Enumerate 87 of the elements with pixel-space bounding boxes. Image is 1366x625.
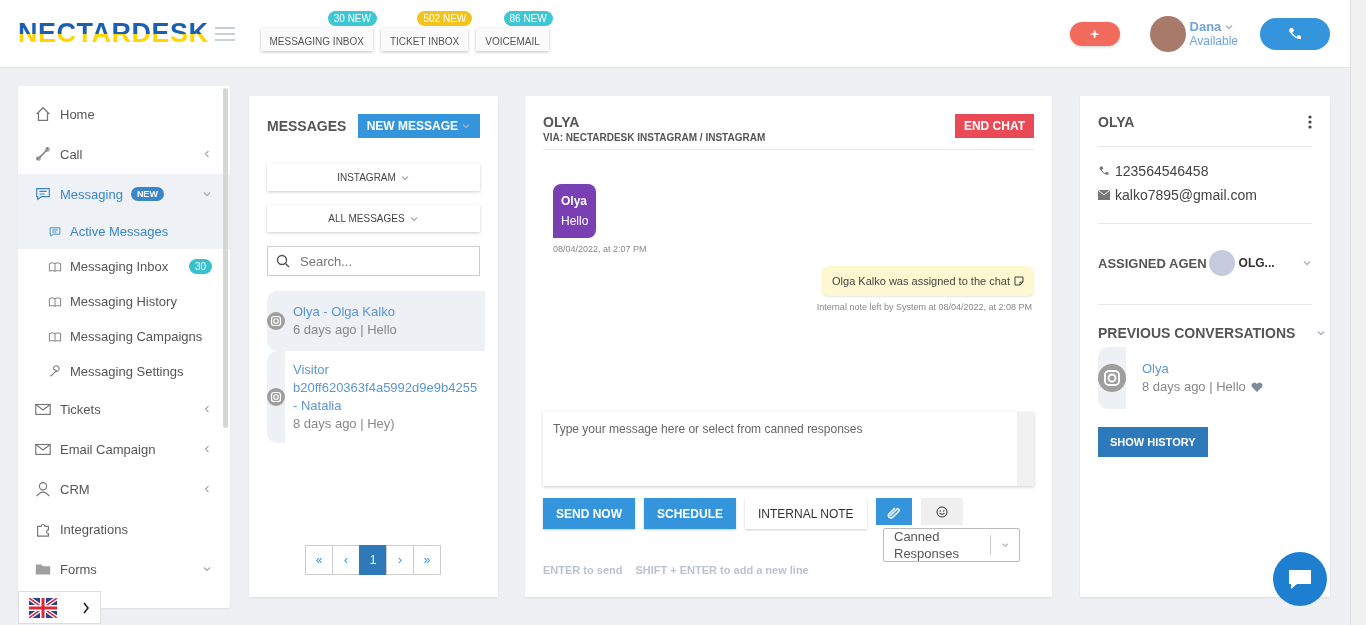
- paperclip-icon: [886, 504, 901, 519]
- internal-note: Olga Kalko was assigned to the chat: [822, 266, 1034, 296]
- search-field[interactable]: Search...: [267, 246, 480, 276]
- agent-name[interactable]: OLG...: [1238, 256, 1275, 270]
- chevron-icon: [461, 121, 471, 131]
- call-button[interactable]: [1260, 17, 1330, 50]
- emoji-button[interactable]: [920, 498, 963, 525]
- show-history-button[interactable]: SHOW HISTORY: [1098, 427, 1208, 457]
- book-icon: [48, 259, 62, 274]
- attach-button[interactable]: [875, 498, 912, 525]
- chevron-icon: [1316, 328, 1326, 338]
- contact-email: kalko7895@gmail.com: [1115, 187, 1257, 203]
- new-badge: NEW: [130, 187, 164, 201]
- sidebar-item[interactable]: Messaging Settings: [18, 354, 230, 389]
- end-chat-button[interactable]: END CHAT: [954, 114, 1034, 138]
- sidebar-item[interactable]: Home: [18, 94, 230, 134]
- sidebar-item[interactable]: Messaging Campaigns: [18, 319, 230, 354]
- section-title: ASSIGNED AGEN: [1098, 255, 1207, 271]
- sidebar-item[interactable]: Messaging NEW: [18, 174, 230, 214]
- chat-title: OLYA: [543, 114, 581, 130]
- chevron-icon: [202, 444, 212, 454]
- sidebar-item[interactable]: Forms: [18, 549, 230, 589]
- chevron-icon: [1302, 258, 1312, 268]
- inbox-tab[interactable]: VOICEMAIL: [476, 28, 549, 51]
- book-icon: [48, 294, 62, 309]
- book-icon: [48, 329, 62, 344]
- note-meta: Internal note left by System at 08/04/2022, at 2:08 PM: [816, 302, 1032, 312]
- chat-icon: [48, 224, 62, 239]
- chat-icon: [1287, 567, 1313, 591]
- sidebar-item[interactable]: Integrations: [18, 509, 230, 549]
- new-count-badge: 86 NEW: [503, 11, 553, 26]
- heart-icon: [1250, 381, 1263, 393]
- flag-icon: [29, 597, 57, 618]
- sidebar-item[interactable]: Active Messages: [18, 214, 230, 249]
- message-bubble: Olya Hello: [553, 184, 597, 238]
- envelope-icon: [1098, 190, 1110, 200]
- channel-dropdown[interactable]: INSTAGRAM: [267, 164, 480, 191]
- note-icon: [1014, 276, 1024, 286]
- contact-phone: 123564546458: [1115, 163, 1209, 179]
- section-title: PREVIOUS CONVERSATIONS: [1098, 325, 1296, 341]
- conversation-meta: 8 days ago | Hello: [1142, 378, 1246, 396]
- home-icon: [34, 105, 52, 123]
- sidebar-item[interactable]: Messaging Inbox 30: [18, 249, 230, 284]
- chat-channel: VIA: NECTARDESK INSTAGRAM / INSTAGRAM: [543, 132, 766, 143]
- user-icon: [34, 480, 52, 498]
- keyboard-hint: SHIFT + ENTER to add a new line: [635, 564, 809, 576]
- new-count-badge: 30 NEW: [327, 11, 377, 26]
- keyboard-hint: ENTER to send: [543, 564, 623, 576]
- user-status: Available: [1189, 34, 1238, 48]
- action-button[interactable]: INTERNAL NOTE: [745, 498, 867, 529]
- panel-title: MESSAGES: [267, 118, 347, 134]
- contact-name: OLYA: [1098, 114, 1135, 130]
- canned-responses-dropdown[interactable]: Canned Responses: [883, 528, 1020, 562]
- conversation-meta: 6 days ago | Hello: [293, 321, 398, 339]
- sidebar-item[interactable]: Email Campaign: [18, 429, 230, 469]
- chat-icon: [34, 185, 52, 203]
- instagram-icon: [267, 385, 285, 409]
- chevron-icon: [202, 484, 212, 494]
- message-time: 08/04/2022, at 2:07 PM: [553, 244, 648, 254]
- inbox-tab[interactable]: TICKET INBOX: [381, 28, 469, 51]
- conversation-name: Olya - Olga Kalko: [293, 303, 396, 321]
- sidebar-item[interactable]: Messaging History: [18, 284, 230, 319]
- chevron-icon: [202, 404, 212, 414]
- chevron-icon: [202, 189, 212, 199]
- language-selector[interactable]: [18, 591, 101, 624]
- sidebar-item[interactable]: Call: [18, 134, 230, 174]
- inbox-tab[interactable]: MESSAGING INBOX: [260, 28, 373, 51]
- more-icon[interactable]: [1308, 115, 1312, 129]
- search-icon: [276, 254, 290, 268]
- conversation-item[interactable]: Visitor b20ff620363f4a5992d9e9b4255 - Natalia 8 days ago | Hey): [267, 351, 485, 443]
- new-count-badge: 502 NEW: [417, 11, 473, 26]
- status-dropdown[interactable]: ALL MESSAGES: [267, 205, 480, 232]
- instagram-icon: [1098, 364, 1126, 392]
- avatar[interactable]: [1149, 15, 1186, 52]
- conversation-name: Visitor b20ff620363f4a5992d9e9b4255 - Natalia: [293, 361, 479, 415]
- chevron-icon: [202, 564, 212, 574]
- page-button[interactable]: 1: [359, 545, 387, 575]
- count-badge: 30: [188, 259, 212, 274]
- instagram-icon: [267, 309, 285, 333]
- sidebar-item[interactable]: Tickets: [18, 389, 230, 429]
- smiley-icon: [935, 505, 948, 518]
- sidebar-item[interactable]: CRM: [18, 469, 230, 509]
- chevron-icon: [82, 601, 90, 614]
- chevron-icon: [202, 149, 212, 159]
- avatar: [1208, 250, 1235, 276]
- scrollbar-thumb[interactable]: [223, 88, 228, 428]
- conversation-meta: 8 days ago | Hey): [293, 415, 396, 433]
